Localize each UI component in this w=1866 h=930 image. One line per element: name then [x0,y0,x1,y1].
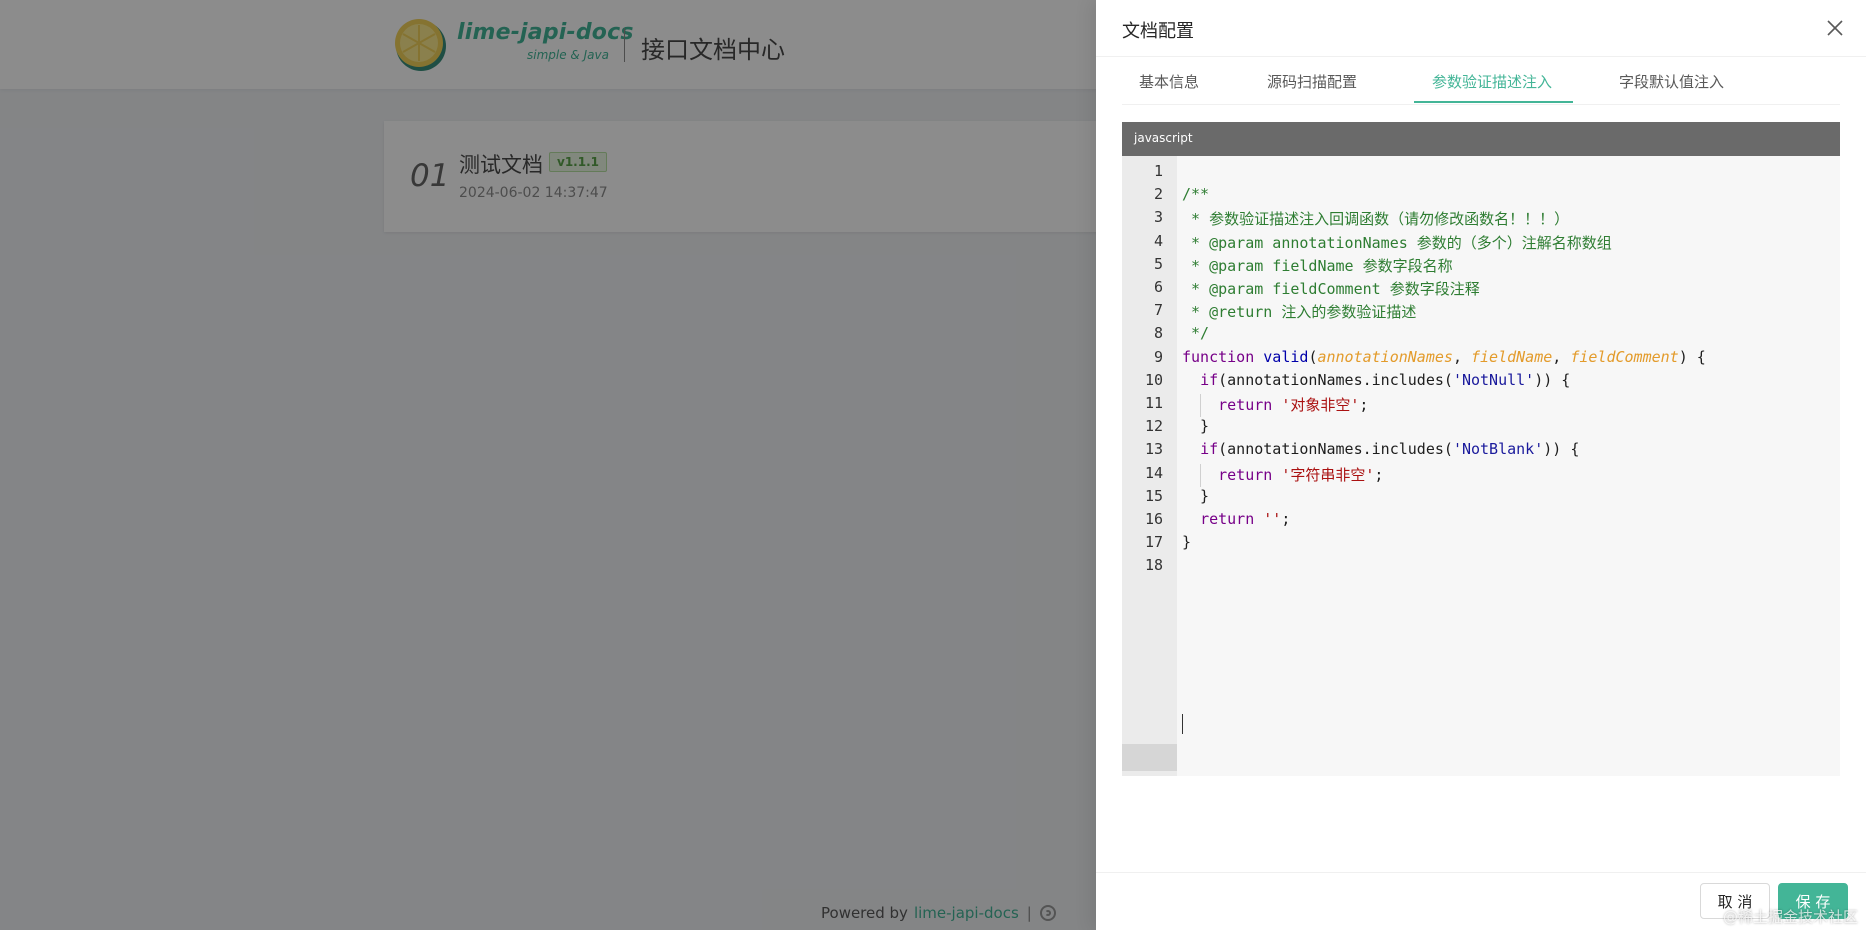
drawer-footer: 取 消 保 存 @稀土掘金技术社区 [1096,872,1866,930]
code-token: valid [1263,347,1309,366]
line-number: 3 [1153,208,1163,227]
line-number: 17 [1144,533,1163,552]
code-token: * @param fieldComment 参数字段注释 [1182,280,1480,298]
code-token: if [1200,370,1219,389]
code-token: } [1182,486,1210,505]
tab-bar: 基本信息 源码扫描配置 参数验证描述注入 字段默认值注入 [1122,56,1840,105]
line-number: 2 [1153,185,1163,204]
code-token: * @return 注入的参数验证描述 [1182,303,1417,322]
code-token: return [1200,510,1255,528]
line-number: 14 [1144,463,1163,482]
code-token: ) { [1678,347,1706,366]
code-token: '对象非空' [1281,396,1360,414]
code-token: , [1552,347,1571,366]
code-line: function valid(annotationNames, fieldNam… [1182,348,1706,366]
code-line: * @param fieldName 参数字段名称 [1182,255,1453,276]
code-token: } [1182,417,1210,436]
line-number: 16 [1144,510,1163,528]
line-number-gutter: 1 2 3 4 5 6 7 8 9 10 11 12 13 14 15 16 17 18 [1122,156,1177,776]
text-cursor [1182,714,1183,734]
code-token: '字符串非空' [1281,465,1375,484]
code-token: function [1182,347,1255,366]
code-token: ; [1374,465,1384,484]
close-icon[interactable] [1825,18,1845,38]
code-token: fieldName [1471,347,1553,366]
line-number: 12 [1144,417,1163,436]
code-token: (annotationNames.includes( [1218,370,1453,389]
drawer-title: 文档配置 [1122,21,1194,42]
code-token: ; [1281,510,1291,528]
active-line-highlight [1122,744,1177,771]
tab-source-scan[interactable]: 源码扫描配置 [1267,56,1357,104]
code-token: , [1452,347,1471,366]
code-line: } [1182,487,1209,505]
code-line: * @param annotationNames 参数的（多个）注解名称数组 [1182,232,1612,253]
code-token: ; [1359,396,1369,414]
line-number: 4 [1153,231,1163,250]
drawer-header: 文档配置 [1096,0,1866,57]
code-line: */ [1182,324,1209,342]
code-token: )) { [1543,440,1580,459]
code-line: * 参数验证描述注入回调函数（请勿修改函数名！！！） [1182,208,1569,229]
line-number: 9 [1153,347,1163,366]
config-drawer: 文档配置 基本信息 源码扫描配置 参数验证描述注入 字段默认值注入 javasc… [1096,0,1866,930]
editor-language-label: javascript [1134,131,1193,145]
code-token: if [1200,440,1219,459]
code-line: if(annotationNames.includes('NotBlank'))… [1182,440,1579,458]
app-root: lime-japi-docs simple & Java 接口文档中心 01 测… [0,0,1866,930]
code-line: } [1182,417,1209,435]
indent-guide [1200,463,1201,487]
code-line: return ''; [1182,510,1290,528]
code-token: */ [1182,324,1210,343]
code-token: * 参数验证描述注入回调函数（请勿修改函数名！！！） [1182,210,1570,229]
line-number: 18 [1144,556,1163,575]
code-line: * @param fieldComment 参数字段注释 [1182,278,1480,299]
code-line: if(annotationNames.includes('NotNull')) … [1182,371,1570,389]
code-line: return '对象非空'; [1182,394,1368,415]
code-line: /** [1182,185,1209,203]
line-number: 6 [1153,278,1163,296]
tab-field-default[interactable]: 字段默认值注入 [1619,56,1724,104]
line-number: 15 [1144,486,1163,505]
line-number: 10 [1144,370,1163,389]
code-token: * @param fieldName 参数字段名称 [1182,256,1453,275]
code-token: } [1182,533,1192,552]
line-number: 13 [1144,440,1163,459]
code-token: * @param annotationNames 参数的（多个）注解名称数组 [1182,233,1612,252]
code-token: /** [1182,185,1210,204]
code-line: } [1182,533,1191,551]
code-line: * @return 注入的参数验证描述 [1182,301,1416,322]
code-token: 'NotNull' [1452,370,1535,389]
tab-active-indicator [1414,101,1573,103]
code-token: )) { [1534,370,1571,389]
code-token: (annotationNames.includes( [1218,440,1453,459]
line-number: 8 [1153,324,1163,343]
code-editor[interactable]: javascript 1 2 3 4 5 6 7 8 9 10 11 12 13 14 15 16 17 18 /… [1122,122,1840,776]
line-number: 5 [1153,254,1163,273]
code-token: '' [1263,510,1282,528]
code-token: fieldComment [1570,347,1679,366]
indent-guide [1200,394,1201,418]
editor-toolbar: javascript [1122,122,1840,156]
line-number: 11 [1144,394,1163,412]
code-token: return [1218,396,1273,414]
code-token: 'NotBlank' [1452,440,1544,459]
line-number: 7 [1153,301,1163,320]
tab-param-validation[interactable]: 参数验证描述注入 [1432,56,1552,104]
code-line: return '字符串非空'; [1182,464,1383,485]
code-token: return [1218,465,1273,484]
code-token: annotationNames [1317,347,1453,366]
tab-basic-info[interactable]: 基本信息 [1139,56,1199,104]
line-number: 1 [1153,162,1163,180]
watermark-text: @稀土掘金技术社区 [1722,908,1858,926]
